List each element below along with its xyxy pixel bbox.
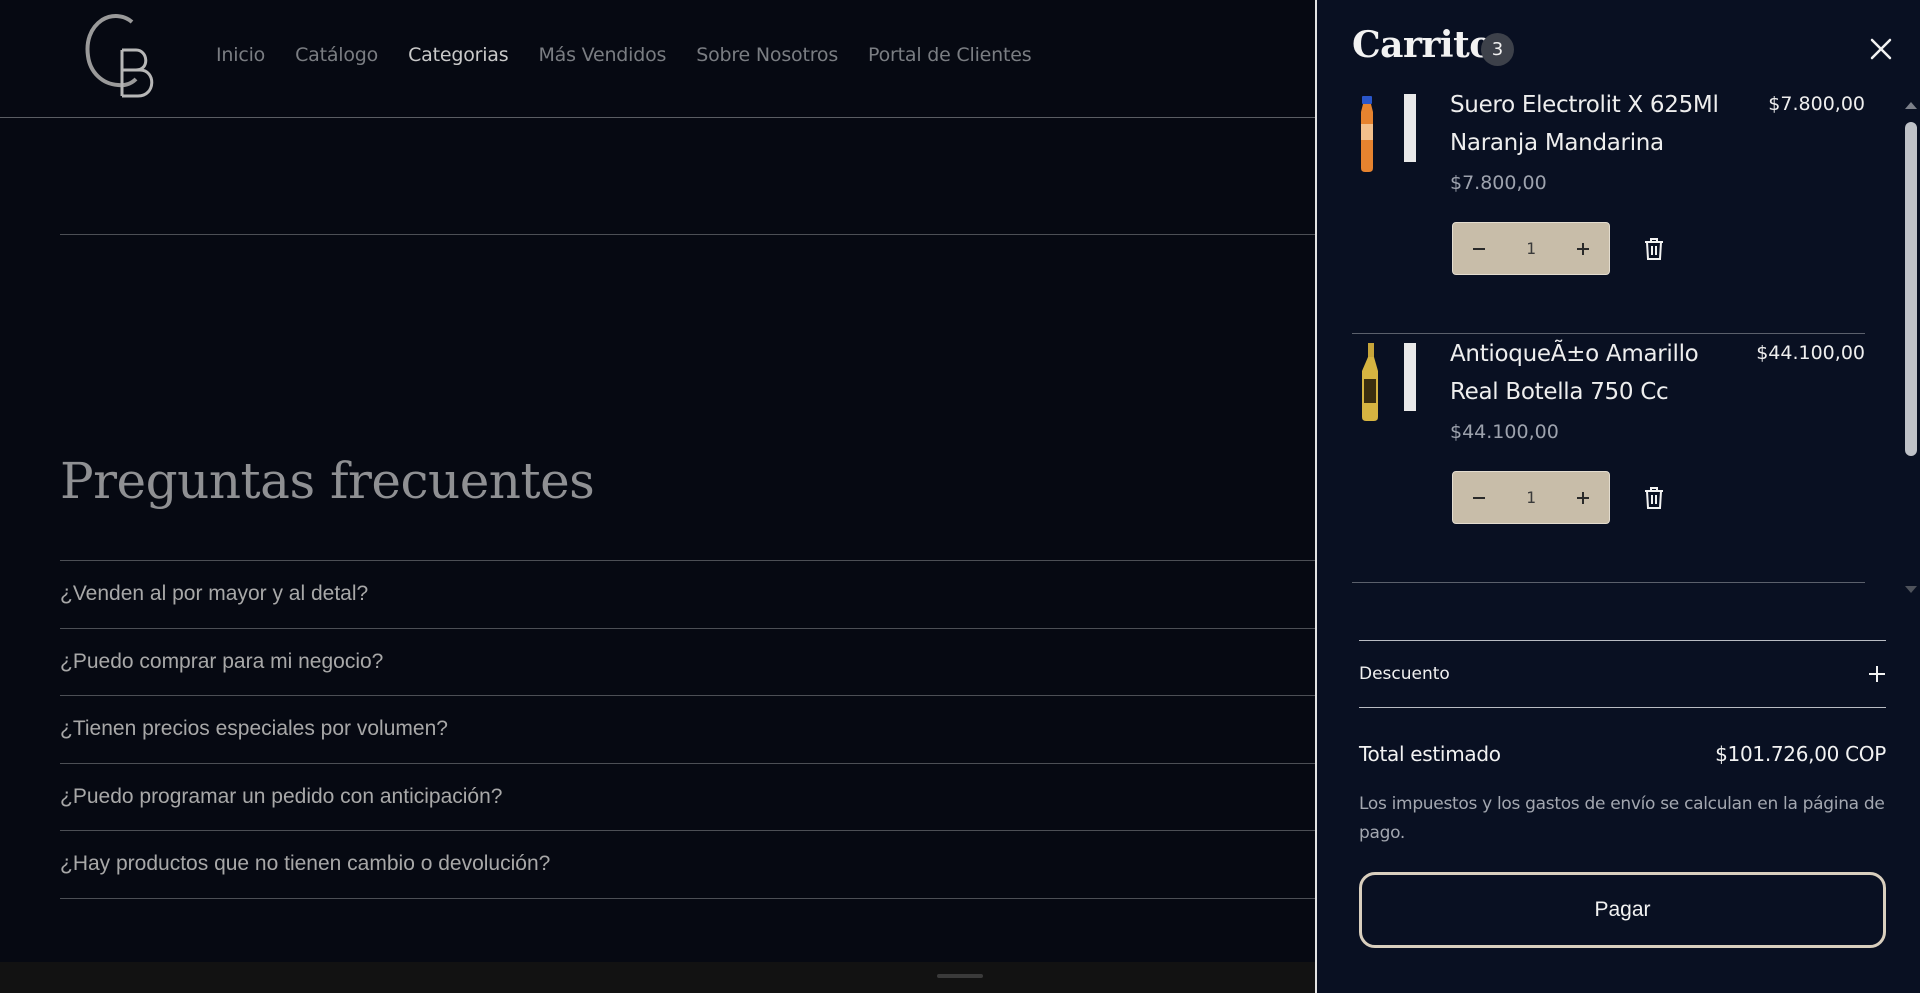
cart-scrollbar[interactable] — [1901, 98, 1919, 598]
decrease-quantity-button[interactable] — [1467, 237, 1491, 261]
faq-question: ¿Hay productos que no tienen cambio o de… — [60, 852, 551, 876]
increase-quantity-button[interactable] — [1571, 237, 1595, 261]
quantity-stepper: 1 — [1452, 471, 1610, 524]
trash-icon[interactable] — [1642, 236, 1666, 262]
close-icon[interactable] — [1868, 36, 1894, 62]
minus-icon — [1473, 247, 1485, 250]
tax-note: Los impuestos y los gastos de envío se c… — [1359, 794, 1885, 843]
brand-logo[interactable] — [82, 12, 162, 98]
main-nav: Inicio Catálogo Categorias Más Vendidos … — [216, 44, 1032, 66]
nav-item-sobre-nosotros[interactable]: Sobre Nosotros — [696, 44, 838, 66]
plus-icon — [1577, 242, 1589, 255]
quantity-input[interactable]: 1 — [1511, 488, 1551, 507]
nav-item-categorias[interactable]: Categorias — [408, 44, 509, 66]
cart-count-badge: 3 — [1481, 33, 1514, 66]
orange-bottle-image — [1361, 94, 1416, 172]
pay-button[interactable]: Pagar — [1359, 872, 1886, 948]
plus-icon — [1869, 666, 1885, 682]
cart-item-total: $44.100,00 — [1756, 342, 1865, 364]
cart-title: Carrito — [1352, 24, 1493, 66]
drag-handle[interactable] — [937, 974, 983, 978]
nav-item-inicio[interactable]: Inicio — [216, 44, 265, 66]
faq-question: ¿Puedo comprar para mi negocio? — [60, 649, 384, 673]
cart-item-unit-price: $44.100,00 — [1450, 421, 1559, 443]
faq-question: ¿Puedo programar un pedido con anticipac… — [60, 784, 503, 808]
quantity-input[interactable]: 1 — [1511, 239, 1551, 258]
quantity-stepper: 1 — [1452, 222, 1610, 275]
faq-question: ¿Venden al por mayor y al detal? — [60, 582, 369, 606]
cart-items-list: Suero Electrolit X 625Ml Naranja Mandari… — [1317, 86, 1920, 606]
total-label: Total estimado — [1359, 742, 1501, 766]
cart-item: AntioqueÃ±o Amarillo Real Botella 750 Cc… — [1352, 335, 1865, 583]
nav-item-portal-clientes[interactable]: Portal de Clientes — [868, 44, 1032, 66]
faq-question: ¿Tienen precios especiales por volumen? — [60, 717, 448, 741]
cart-item-total: $7.800,00 — [1768, 93, 1865, 115]
discount-toggle[interactable]: Descuento — [1359, 640, 1886, 708]
plus-icon — [1577, 491, 1589, 504]
scroll-up-icon[interactable] — [1905, 102, 1917, 109]
cart-item: Suero Electrolit X 625Ml Naranja Mandari… — [1352, 86, 1865, 334]
trash-icon[interactable] — [1642, 485, 1666, 511]
cart-item-unit-price: $7.800,00 — [1450, 172, 1547, 194]
nav-item-mas-vendidos[interactable]: Más Vendidos — [538, 44, 666, 66]
cart-item-name[interactable]: Suero Electrolit X 625Ml Naranja Mandari… — [1450, 86, 1750, 162]
decrease-quantity-button[interactable] — [1467, 486, 1491, 510]
yellow-bottle-image — [1362, 343, 1416, 421]
discount-label: Descuento — [1359, 664, 1450, 684]
nav-item-catalogo[interactable]: Catálogo — [295, 44, 378, 66]
scrollbar-thumb[interactable] — [1905, 122, 1917, 456]
total-row: Total estimado $101.726,00 COP — [1359, 742, 1886, 766]
pay-button-label: Pagar — [1594, 898, 1651, 921]
total-value: $101.726,00 COP — [1715, 742, 1886, 766]
faq-title: Preguntas frecuentes — [60, 452, 595, 510]
cart-item-name[interactable]: AntioqueÃ±o Amarillo Real Botella 750 Cc — [1450, 335, 1750, 411]
increase-quantity-button[interactable] — [1571, 486, 1595, 510]
cart-drawer: Carrito 3 Suero Electrolit X 625Ml Naran… — [1315, 0, 1920, 993]
scroll-down-icon[interactable] — [1905, 586, 1917, 593]
minus-icon — [1473, 496, 1485, 499]
cart-footer: Descuento Total estimado $101.726,00 COP… — [1359, 640, 1886, 948]
